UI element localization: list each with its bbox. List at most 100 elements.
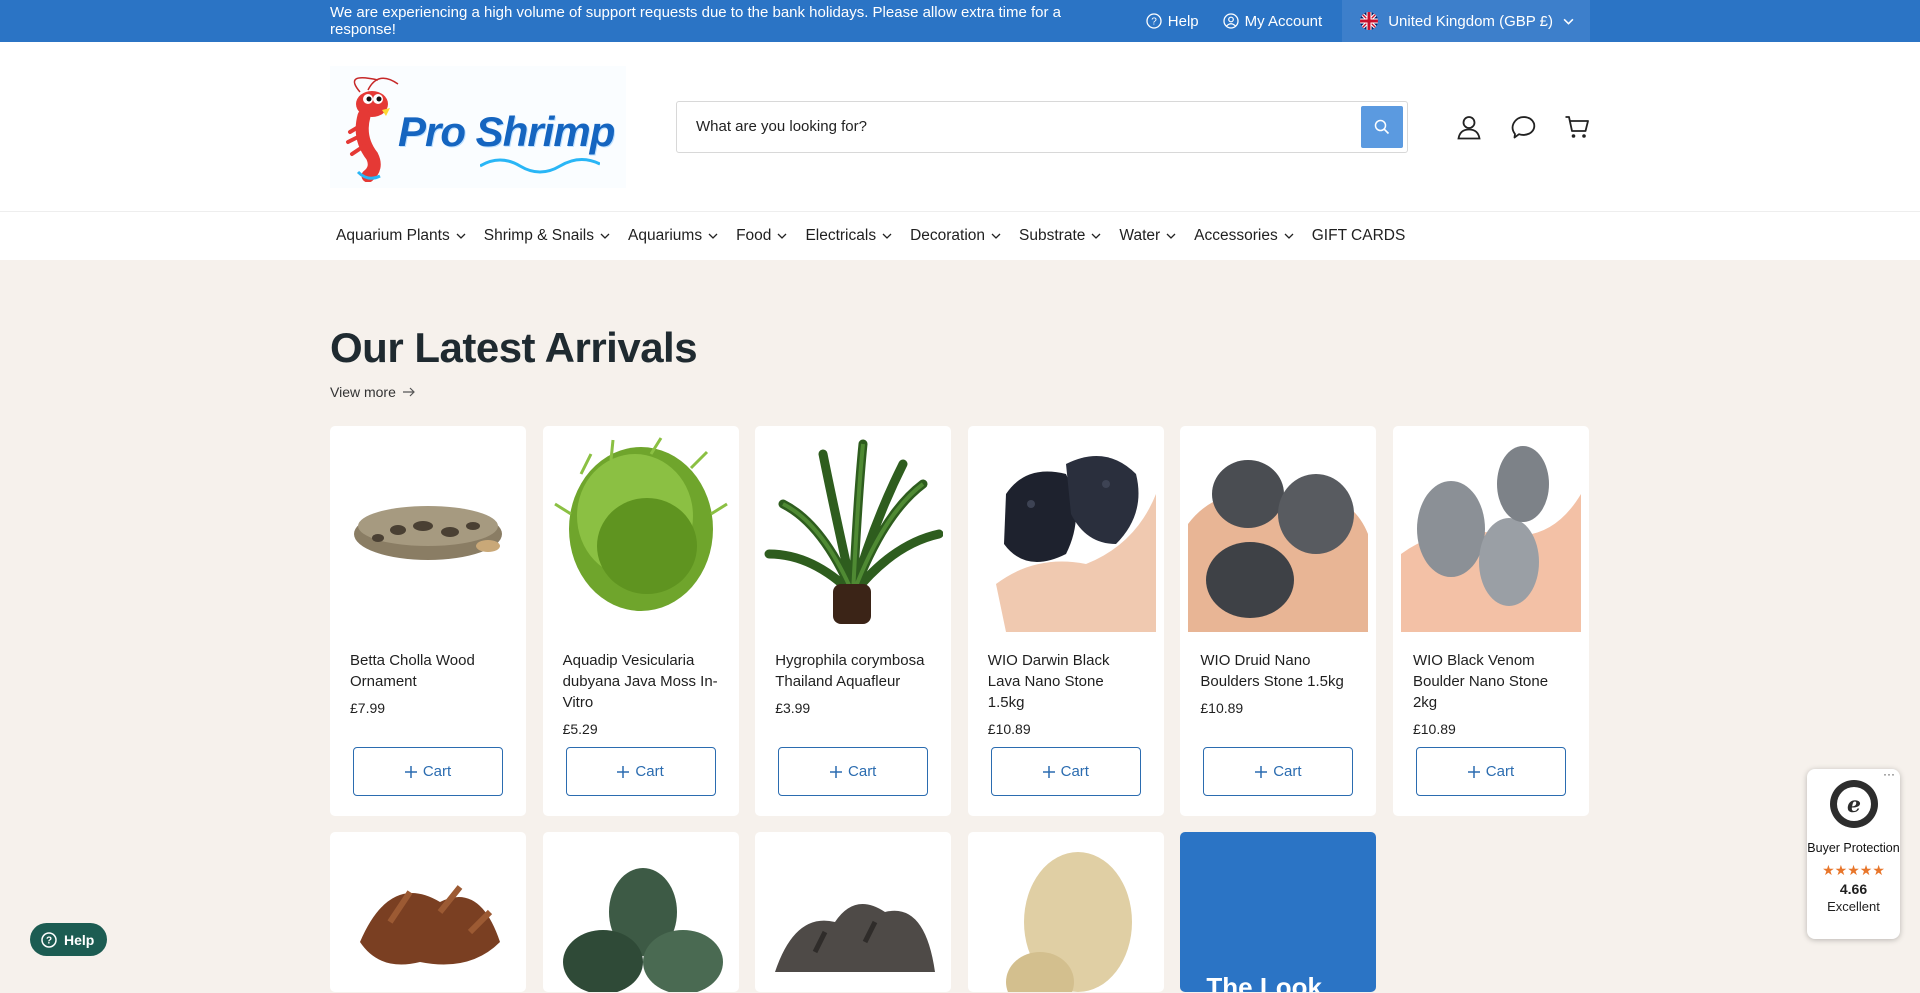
chat-icon[interactable] [1510,114,1536,140]
more-options-icon[interactable]: ··· [1883,767,1895,781]
product-card[interactable]: Betta Cholla Wood Ornament £7.99 Cart [330,426,526,816]
cart-icon[interactable] [1564,114,1590,140]
nav-item-aquarium-plants[interactable]: Aquarium Plants [336,227,466,245]
cart-label: Cart [1273,763,1302,780]
product-card[interactable] [967,832,1164,992]
add-to-cart-button[interactable]: Cart [353,747,503,796]
chevron-down-icon [456,233,466,239]
nav-item-substrate[interactable]: Substrate [1019,227,1101,245]
plus-icon [1467,765,1480,778]
product-price: £10.89 [987,721,1031,737]
view-more-link[interactable]: View more [330,384,416,400]
trust-badge[interactable]: ··· e Buyer Protection ★★★★★ 4.66 Excell… [1807,767,1900,939]
chevron-down-icon [991,233,1001,239]
svg-text:?: ? [1151,17,1157,28]
nav-label: Water [1119,227,1161,244]
nav-item-food[interactable]: Food [736,227,787,245]
section-title: Our Latest Arrivals [330,324,698,371]
product-name[interactable]: Aquadip Vesicularia dubyana Java Moss In… [563,650,719,713]
nav-label: Electricals [805,227,877,244]
plus-icon [830,765,843,778]
product-image-black-lava-stone[interactable] [976,434,1156,632]
search-icon [1374,119,1390,134]
cart-label: Cart [1060,763,1089,780]
chevron-down-icon [708,233,718,239]
product-image-green-stone[interactable] [543,832,739,992]
uk-flag-icon [1360,12,1379,30]
plus-icon [404,765,417,778]
rating-score: 4.66 [1839,881,1868,897]
product-image-sand-stone[interactable] [968,832,1164,992]
product-name[interactable]: WIO Darwin Black Lava Nano Stone 1.5kg [988,650,1144,713]
product-card[interactable] [330,832,526,992]
add-to-cart-button[interactable]: Cart [1203,747,1354,796]
add-to-cart-button[interactable]: Cart [565,747,716,796]
account-icon[interactable] [1456,114,1482,140]
announcement-bar: We are experiencing a high volume of sup… [0,0,1920,42]
nav-label: Substrate [1019,227,1086,244]
help-link-label: Help [1167,12,1199,30]
nav-label: Aquariums [628,227,703,244]
cart-label: Cart [848,763,877,780]
add-to-cart-button[interactable]: Cart [1415,747,1566,796]
product-card[interactable]: WIO Black Venom Boulder Nano Stone 2kg £… [1392,426,1589,816]
product-image-venom-boulder[interactable] [1400,434,1581,632]
country-selector[interactable]: United Kingdom (GBP £) [1342,0,1590,42]
nav-label: GIFT CARDS [1311,227,1406,244]
promo-tile[interactable]: The Look [1180,832,1377,992]
help-widget-label: Help [64,931,95,948]
plus-icon [1255,765,1268,778]
plus-icon [1042,765,1055,778]
site-logo[interactable]: Pro Shrimp [330,65,626,188]
chevron-down-icon [600,233,610,239]
nav-item-aquariums[interactable]: Aquariums [628,227,718,245]
nav-label: Aquarium Plants [336,227,450,244]
product-card[interactable] [542,832,739,992]
add-to-cart-button[interactable]: Cart [990,747,1141,796]
main-navigation: Aquarium Plants Shrimp & Snails Aquarium… [0,211,1920,260]
cart-label: Cart [422,763,452,780]
product-image-druid-boulders[interactable] [1188,434,1369,632]
nav-item-shrimp-snails[interactable]: Shrimp & Snails [484,227,610,245]
product-name[interactable]: WIO Druid Nano Boulders Stone 1.5kg [1200,650,1356,692]
promo-text: The Look [1206,972,1322,992]
add-to-cart-button[interactable]: Cart [778,747,929,796]
product-image-cholla-wood[interactable] [338,434,518,632]
nav-label: Shrimp & Snails [483,227,594,244]
view-more-label: View more [330,384,396,400]
product-price: £10.89 [1412,721,1456,737]
search-bar [676,100,1408,153]
product-name[interactable]: Betta Cholla Wood Ornament [350,650,506,692]
nav-item-accessories[interactable]: Accessories [1194,227,1294,245]
product-image-spider-wood[interactable] [330,832,526,992]
plus-icon [617,765,630,778]
my-account-link[interactable]: My Account [1222,13,1322,30]
product-card[interactable]: Aquadip Vesicularia dubyana Java Moss In… [542,426,739,816]
product-image-grey-rock[interactable] [755,832,951,992]
product-price: £5.29 [562,721,598,737]
product-image-hygrophila[interactable] [763,434,944,632]
product-image-java-moss[interactable] [551,434,731,632]
nav-item-gift-cards[interactable]: GIFT CARDS [1312,227,1406,245]
product-name[interactable]: Hygrophila corymbosa Thailand Aquafleur [775,650,931,692]
product-name[interactable]: WIO Black Venom Boulder Nano Stone 2kg [1413,650,1569,713]
help-link[interactable]: ? Help [1146,13,1199,30]
product-card[interactable]: WIO Druid Nano Boulders Stone 1.5kg £10.… [1180,426,1377,816]
chevron-down-icon [1284,233,1294,239]
buyer-protection-label: Buyer Protection [1807,841,1900,855]
nav-item-decoration[interactable]: Decoration [910,227,1001,245]
search-input[interactable] [696,118,1361,135]
arrow-right-icon [402,387,415,397]
nav-item-water[interactable]: Water [1119,227,1176,245]
product-card[interactable] [755,832,952,992]
help-widget-button[interactable]: ? Help [30,923,107,956]
search-button[interactable] [1361,105,1403,148]
question-circle-icon: ? [41,931,57,948]
site-header: Pro Shrimp [0,42,1920,211]
product-price: £3.99 [775,700,811,716]
product-card[interactable]: Hygrophila corymbosa Thailand Aquafleur … [755,426,952,816]
svg-text:e: e [1847,792,1861,818]
product-card[interactable]: WIO Darwin Black Lava Nano Stone 1.5kg £… [967,426,1164,816]
chevron-down-icon [1166,233,1176,239]
nav-item-electricals[interactable]: Electricals [805,227,892,245]
